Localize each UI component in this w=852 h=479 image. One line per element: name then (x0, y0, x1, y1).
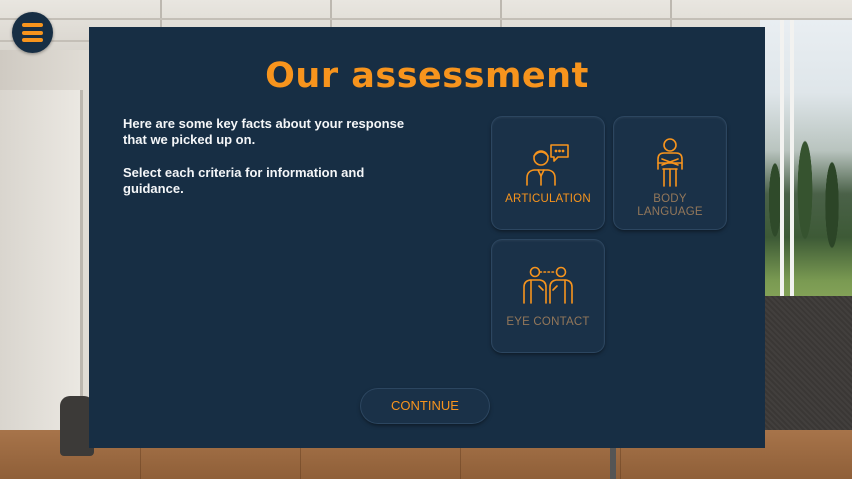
intro-paragraph: Here are some key facts about your respo… (123, 116, 405, 147)
window (760, 20, 852, 310)
intro-instruction: Select each criteria for information and… (123, 165, 365, 196)
speaking-person-icon (526, 144, 569, 186)
criteria-label: ARTICULATION (505, 193, 591, 205)
criteria-label: EYE CONTACT (506, 316, 590, 328)
standing-person-icon (657, 138, 683, 187)
criteria-card-eye-contact[interactable]: EYE CONTACT (492, 240, 604, 352)
intro-text: Here are some key facts about your respo… (123, 116, 423, 214)
page-title: Our assessment (265, 56, 589, 96)
eye-contact-icon (523, 266, 573, 304)
menu-button[interactable] (12, 12, 53, 53)
left-wall (0, 50, 95, 440)
criteria-card-articulation[interactable]: ARTICULATION (492, 117, 604, 229)
assessment-panel: Our assessment Here are some key facts a… (89, 27, 765, 448)
criteria-card-body-language[interactable]: BODY LANGUAGE (614, 117, 726, 229)
criteria-label: BODY LANGUAGE (637, 193, 703, 218)
continue-button[interactable]: CONTINUE (361, 389, 489, 423)
table-leg (610, 445, 616, 479)
